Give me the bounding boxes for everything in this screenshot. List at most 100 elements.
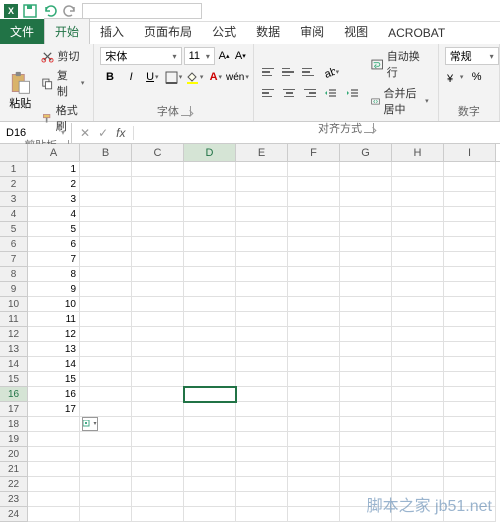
cell-G22[interactable] <box>340 477 392 492</box>
bold-button[interactable]: B <box>100 68 119 86</box>
cell-G14[interactable] <box>340 357 392 372</box>
cell-H9[interactable] <box>392 282 444 297</box>
tab-data[interactable]: 数据 <box>246 19 290 44</box>
cell-E4[interactable] <box>236 207 288 222</box>
wrap-text-button[interactable]: 自动换行 <box>368 47 431 81</box>
cell-A17[interactable]: 17 <box>28 402 80 417</box>
align-center-icon[interactable] <box>280 86 298 100</box>
underline-button[interactable]: U▾ <box>143 68 162 86</box>
cell-I16[interactable] <box>444 387 496 402</box>
row-header-17[interactable]: 17 <box>0 402 28 417</box>
cell-C10[interactable] <box>132 297 184 312</box>
cell-H1[interactable] <box>392 162 444 177</box>
col-header-G[interactable]: G <box>340 144 392 161</box>
row-header-24[interactable]: 24 <box>0 507 28 522</box>
cell-C17[interactable] <box>132 402 184 417</box>
row-header-18[interactable]: 18 <box>0 417 28 432</box>
cell-B3[interactable] <box>80 192 132 207</box>
cell-G4[interactable] <box>340 207 392 222</box>
cell-A7[interactable]: 7 <box>28 252 80 267</box>
cell-D22[interactable] <box>184 477 236 492</box>
cell-F5[interactable] <box>288 222 340 237</box>
tab-insert[interactable]: 插入 <box>90 19 134 44</box>
cell-A10[interactable]: 10 <box>28 297 80 312</box>
cell-G10[interactable] <box>340 297 392 312</box>
align-left-icon[interactable] <box>260 86 278 100</box>
cell-E10[interactable] <box>236 297 288 312</box>
cell-H18[interactable] <box>392 417 444 432</box>
cell-C4[interactable] <box>132 207 184 222</box>
col-header-H[interactable]: H <box>392 144 444 161</box>
font-color-button[interactable]: A▾ <box>206 68 225 86</box>
tab-file[interactable]: 文件 <box>0 19 44 44</box>
cell-I20[interactable] <box>444 447 496 462</box>
align-middle-icon[interactable] <box>280 65 298 79</box>
redo-icon[interactable] <box>62 3 78 19</box>
col-header-D[interactable]: D <box>184 144 236 161</box>
cell-E18[interactable] <box>236 417 288 432</box>
cell-A16[interactable]: 16 <box>28 387 80 402</box>
cell-B16[interactable] <box>80 387 132 402</box>
cell-H15[interactable] <box>392 372 444 387</box>
align-top-icon[interactable] <box>260 65 278 79</box>
cell-H22[interactable] <box>392 477 444 492</box>
cell-I21[interactable] <box>444 462 496 477</box>
cell-F19[interactable] <box>288 432 340 447</box>
cell-F24[interactable] <box>288 507 340 522</box>
cell-E6[interactable] <box>236 237 288 252</box>
cell-B22[interactable] <box>80 477 132 492</box>
row-header-1[interactable]: 1 <box>0 162 28 177</box>
col-header-F[interactable]: F <box>288 144 340 161</box>
cell-I9[interactable] <box>444 282 496 297</box>
row-header-2[interactable]: 2 <box>0 177 28 192</box>
cell-G7[interactable] <box>340 252 392 267</box>
row-header-21[interactable]: 21 <box>0 462 28 477</box>
cell-D18[interactable] <box>184 417 236 432</box>
cell-H13[interactable] <box>392 342 444 357</box>
cell-H8[interactable] <box>392 267 444 282</box>
cell-I12[interactable] <box>444 327 496 342</box>
cell-F22[interactable] <box>288 477 340 492</box>
row-header-3[interactable]: 3 <box>0 192 28 207</box>
cell-D11[interactable] <box>184 312 236 327</box>
cell-E21[interactable] <box>236 462 288 477</box>
cell-E15[interactable] <box>236 372 288 387</box>
col-header-A[interactable]: A <box>28 144 80 161</box>
col-header-C[interactable]: C <box>132 144 184 161</box>
cell-D23[interactable] <box>184 492 236 507</box>
row-header-20[interactable]: 20 <box>0 447 28 462</box>
cell-B14[interactable] <box>80 357 132 372</box>
cell-H24[interactable] <box>392 507 444 522</box>
cell-B11[interactable] <box>80 312 132 327</box>
cell-I24[interactable] <box>444 507 496 522</box>
cell-G13[interactable] <box>340 342 392 357</box>
cell-B7[interactable] <box>80 252 132 267</box>
font-size-combo[interactable]: 11▾ <box>184 47 215 65</box>
cell-D17[interactable] <box>184 402 236 417</box>
cell-E16[interactable] <box>236 387 288 402</box>
cell-D1[interactable] <box>184 162 236 177</box>
cell-H16[interactable] <box>392 387 444 402</box>
cell-F21[interactable] <box>288 462 340 477</box>
cell-B6[interactable] <box>80 237 132 252</box>
tab-home[interactable]: 开始 <box>44 18 90 44</box>
accounting-format-icon[interactable]: ¥▾ <box>445 68 465 86</box>
cell-H23[interactable] <box>392 492 444 507</box>
cell-D21[interactable] <box>184 462 236 477</box>
cell-E5[interactable] <box>236 222 288 237</box>
cell-H20[interactable] <box>392 447 444 462</box>
cell-G16[interactable] <box>340 387 392 402</box>
cell-F11[interactable] <box>288 312 340 327</box>
cell-B8[interactable] <box>80 267 132 282</box>
cell-B10[interactable] <box>80 297 132 312</box>
undo-icon[interactable] <box>42 3 58 19</box>
col-header-I[interactable]: I <box>444 144 496 161</box>
orientation-icon[interactable]: ab▾ <box>320 63 340 81</box>
cell-I10[interactable] <box>444 297 496 312</box>
cell-I15[interactable] <box>444 372 496 387</box>
row-header-7[interactable]: 7 <box>0 252 28 267</box>
cell-E7[interactable] <box>236 252 288 267</box>
cell-E24[interactable] <box>236 507 288 522</box>
cell-F15[interactable] <box>288 372 340 387</box>
row-header-9[interactable]: 9 <box>0 282 28 297</box>
